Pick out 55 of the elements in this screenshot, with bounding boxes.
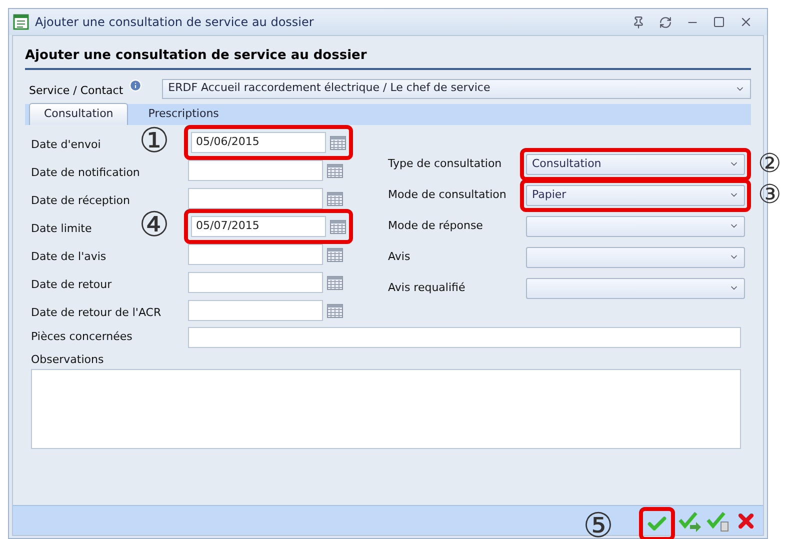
dropdown[interactable]: [526, 216, 745, 236]
maximize-icon[interactable]: [713, 16, 725, 28]
field-label: Type de consultation: [388, 156, 503, 172]
date-field[interactable]: [188, 188, 323, 209]
footer-button[interactable]: [639, 506, 675, 539]
callout-number: ③: [758, 182, 781, 208]
tab[interactable]: Prescriptions: [128, 104, 239, 124]
calendar-icon[interactable]: [330, 220, 346, 234]
calendar-icon[interactable]: [327, 164, 343, 178]
date-field[interactable]: [188, 244, 323, 265]
field-label: Date de l'avis: [31, 250, 106, 262]
date-field[interactable]: [188, 160, 323, 181]
tab[interactable]: Consultation: [29, 102, 128, 124]
callout-number: ①: [139, 124, 169, 158]
check-document-icon: [706, 510, 730, 532]
calendar-icon[interactable]: [327, 276, 343, 290]
field-label: Date de retour de l'ACR: [31, 306, 162, 318]
calendar-icon[interactable]: [327, 192, 343, 206]
check-arrow-icon: [678, 510, 702, 532]
close-icon[interactable]: [739, 15, 753, 29]
field-label: Date de retour: [31, 278, 112, 290]
window-title: Ajouter une consultation de service au dossier: [35, 14, 314, 31]
field-label: Observations: [31, 352, 105, 368]
observations-field[interactable]: [31, 369, 741, 449]
dropdown[interactable]: [526, 246, 745, 268]
callout-number: ⑤: [583, 508, 613, 539]
field-label: Date de réception: [31, 194, 130, 206]
refresh-icon[interactable]: [659, 16, 672, 28]
date-field[interactable]: [188, 300, 323, 321]
calendar-icon[interactable]: [327, 248, 343, 262]
field-label: Mode de consultation: [388, 186, 508, 203]
dropdown[interactable]: [526, 278, 745, 298]
document-icon: [13, 14, 29, 30]
field-label: Date de notification: [31, 166, 140, 178]
service-dropdown[interactable]: ERDF Accueil raccordement électrique / Le chef de service: [162, 78, 751, 98]
dropdown[interactable]: Papier: [526, 184, 745, 206]
date-field[interactable]: 05/06/2015: [191, 132, 326, 153]
calendar-icon[interactable]: [330, 136, 346, 150]
info-icon: [129, 79, 142, 92]
callout-number: ④: [139, 208, 169, 242]
field-label: Avis: [388, 248, 412, 265]
callout-number: ②: [758, 150, 781, 176]
service-label: Service / Contact: [29, 83, 124, 100]
pieces-field[interactable]: [188, 326, 741, 348]
dropdown[interactable]: Consultation: [526, 154, 745, 174]
date-field[interactable]: 05/07/2015: [191, 216, 326, 237]
field-label: Date d'envoi: [31, 138, 101, 150]
field-label: Pièces concernées: [31, 328, 134, 345]
calendar-icon[interactable]: [327, 304, 343, 318]
form-heading: Ajouter une consultation de service au dossier: [25, 46, 751, 70]
field-label: Avis requalifié: [388, 280, 466, 296]
field-label: Mode de réponse: [388, 218, 484, 234]
pin-icon[interactable]: [632, 16, 645, 28]
field-label: Date limite: [31, 222, 92, 234]
date-field[interactable]: [188, 272, 323, 293]
